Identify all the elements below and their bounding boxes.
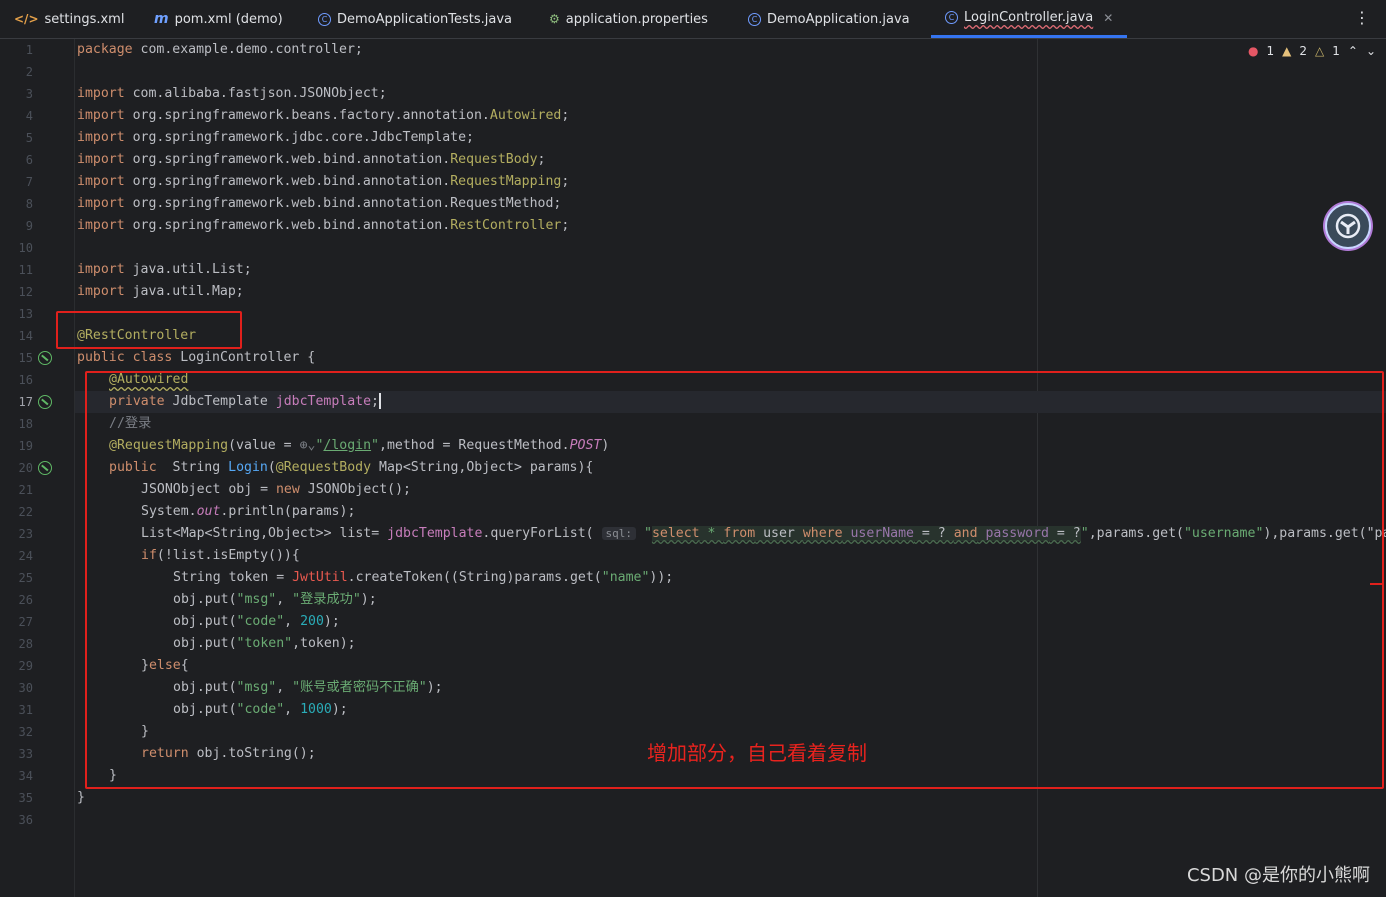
xml-file-icon: </> (14, 12, 39, 26)
code-line: import org.springframework.beans.factory… (77, 108, 570, 123)
line-number: 32 (18, 725, 33, 739)
line-number: 20 (18, 461, 33, 475)
java-class-icon: C (318, 12, 331, 26)
line-number: 13 (18, 307, 33, 321)
inspection-widget[interactable]: ● 1 ▲ 2 △ 1 ⌃ ⌄ (1248, 44, 1376, 58)
line-number: 17 (18, 395, 33, 409)
line-number: 34 (18, 769, 33, 783)
line-number: 1 (25, 43, 33, 57)
tab-demo-application-tests[interactable]: C DemoApplicationTests.java (318, 0, 512, 38)
code-line: import org.springframework.web.bind.anno… (77, 174, 570, 189)
line-number: 28 (18, 637, 33, 651)
code-line: } (77, 790, 85, 805)
line-number: 35 (18, 791, 33, 805)
line-number: 11 (18, 263, 33, 277)
line-number: 33 (18, 747, 33, 761)
code-line: import org.springframework.web.bind.anno… (77, 196, 562, 211)
request-mapping-gutter-icon[interactable] (38, 461, 52, 475)
code-line: import org.springframework.web.bind.anno… (77, 218, 570, 233)
close-tab-icon[interactable]: ✕ (1103, 11, 1113, 25)
tab-pom-xml[interactable]: m pom.xml (demo) (154, 0, 283, 38)
line-number: 12 (18, 285, 33, 299)
code-line: import java.util.Map; (77, 284, 244, 299)
tab-demo-application[interactable]: C DemoApplication.java (748, 0, 910, 38)
error-stripe-mark (1370, 583, 1382, 585)
line-number: 10 (18, 241, 33, 255)
autowired-gutter-icon[interactable] (38, 395, 52, 409)
line-number: 25 (18, 571, 33, 585)
line-number: 22 (18, 505, 33, 519)
line-number: 21 (18, 483, 33, 497)
added-code-highlight-box (85, 371, 1384, 789)
line-number: 24 (18, 549, 33, 563)
code-line: package com.example.demo.controller; (77, 42, 363, 57)
line-number: 29 (18, 659, 33, 673)
error-icon: ● (1248, 44, 1259, 58)
line-number: 14 (18, 329, 33, 343)
more-options-icon[interactable]: ⋮ (1354, 8, 1370, 27)
code-line: public class LoginController { (77, 350, 316, 365)
editor-tab-bar: </> settings.xml m pom.xml (demo) C Demo… (0, 0, 1386, 39)
line-number: 3 (25, 87, 33, 101)
warning-icon: ▲ (1282, 44, 1292, 58)
code-line: import java.util.List; (77, 262, 252, 277)
line-number: 16 (18, 373, 33, 387)
line-number: 30 (18, 681, 33, 695)
line-number: 23 (18, 527, 33, 541)
line-number: 31 (18, 703, 33, 717)
line-number: 15 (18, 351, 33, 365)
tab-settings-xml[interactable]: </> settings.xml (14, 0, 124, 38)
ai-assistant-icon[interactable] (1325, 203, 1371, 249)
chevron-down-icon[interactable]: ⌄ (1366, 44, 1376, 58)
code-line: import org.springframework.jdbc.core.Jdb… (77, 130, 474, 145)
properties-file-icon: ⚙ (549, 12, 560, 26)
line-number: 2 (25, 65, 33, 79)
line-number: 8 (25, 197, 33, 211)
line-number: 19 (18, 439, 33, 453)
line-number: 18 (18, 417, 33, 431)
line-number: 6 (25, 153, 33, 167)
rest-controller-highlight-box (56, 311, 242, 349)
tab-application-properties[interactable]: ⚙ application.properties (549, 0, 708, 38)
bean-gutter-icon[interactable] (38, 351, 52, 365)
java-class-icon: C (945, 11, 958, 24)
line-number: 5 (25, 131, 33, 145)
tab-login-controller[interactable]: C LoginController.java ✕ (931, 0, 1128, 38)
maven-icon: m (154, 11, 169, 27)
annotation-note: 增加部分，自己看着复制 (647, 741, 867, 765)
watermark: CSDN @是你的小熊啊 (1186, 865, 1370, 886)
code-line: import org.springframework.web.bind.anno… (77, 152, 546, 167)
chevron-up-icon[interactable]: ⌃ (1348, 44, 1358, 58)
java-class-icon: C (748, 12, 761, 26)
line-number: 9 (25, 219, 33, 233)
line-number: 4 (25, 109, 33, 123)
line-number: 7 (25, 175, 33, 189)
line-number: 36 (18, 813, 33, 827)
line-number: 26 (18, 593, 33, 607)
weak-warning-icon: △ (1315, 44, 1325, 58)
code-line: import com.alibaba.fastjson.JSONObject; (77, 86, 387, 101)
line-number: 27 (18, 615, 33, 629)
